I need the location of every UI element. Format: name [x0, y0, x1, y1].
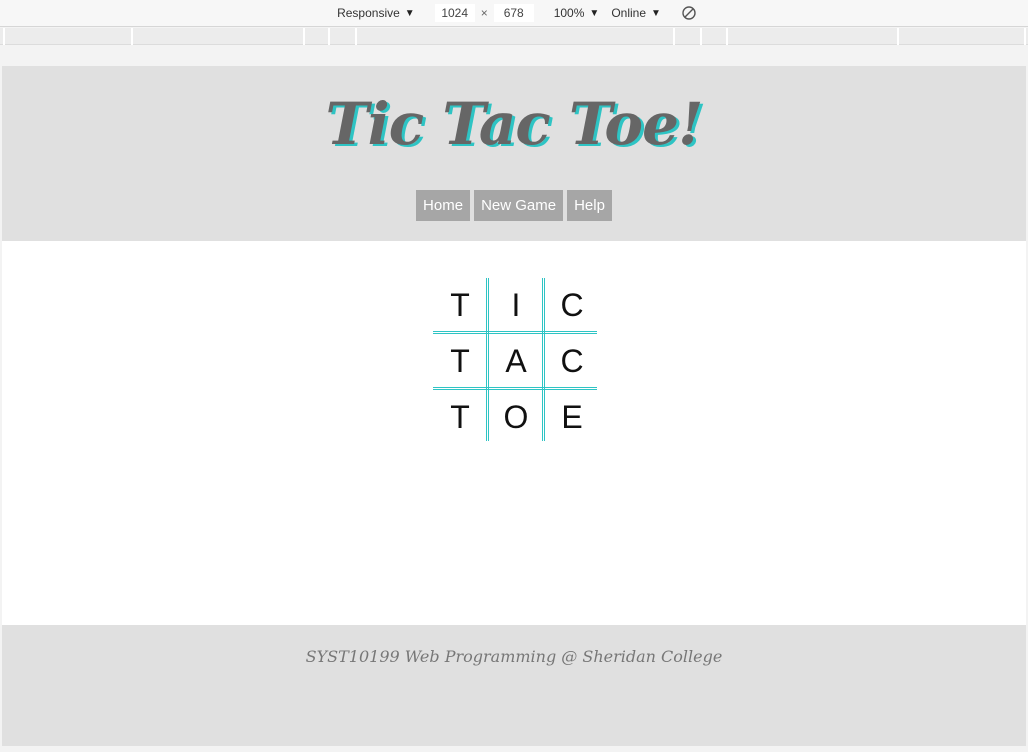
- board-cell[interactable]: C: [545, 278, 599, 332]
- network-throttle-select[interactable]: Online ▼: [611, 6, 661, 20]
- media-query-ruler[interactable]: [0, 28, 1028, 45]
- network-select-label: Online: [611, 6, 646, 20]
- zoom-select[interactable]: 100% ▼: [554, 6, 600, 20]
- board-grid-line: [542, 278, 545, 441]
- tic-tac-toe-board: T I C T A C T O E: [433, 278, 597, 441]
- nav-new-game-button[interactable]: New Game: [474, 190, 564, 221]
- site-header: Tic Tac Toe! Home New Game Help: [2, 66, 1026, 241]
- board-cell[interactable]: E: [545, 390, 599, 444]
- board-grid-line: [433, 387, 597, 390]
- width-input[interactable]: 1024: [434, 4, 475, 22]
- dimension-separator: ×: [480, 6, 488, 20]
- dimension-inputs: 1024 × 678: [434, 4, 534, 22]
- zoom-select-label: 100%: [553, 6, 585, 20]
- nav-home-button[interactable]: Home: [416, 190, 471, 221]
- ruler-tick: [897, 28, 899, 45]
- ruler-tick: [328, 28, 330, 45]
- rotate-disabled-icon[interactable]: [681, 5, 697, 21]
- height-input[interactable]: 678: [493, 4, 534, 22]
- device-select-label: Responsive: [337, 6, 400, 20]
- board-cell[interactable]: O: [489, 390, 543, 444]
- board-cell[interactable]: T: [433, 334, 487, 388]
- page-title: Tic Tac Toe!: [325, 90, 704, 158]
- ruler-tick: [355, 28, 357, 45]
- ruler-tick: [303, 28, 305, 45]
- board-cell[interactable]: C: [545, 334, 599, 388]
- board-grid-line: [486, 278, 489, 441]
- board-grid-line: [433, 331, 597, 334]
- chevron-down-icon: ▼: [404, 7, 415, 19]
- ruler-tick: [673, 28, 675, 45]
- board-cell[interactable]: T: [433, 390, 487, 444]
- board-cell[interactable]: I: [489, 278, 543, 332]
- ruler-tick: [1024, 28, 1026, 45]
- board-cell[interactable]: A: [489, 334, 543, 388]
- ruler-tick: [700, 28, 702, 45]
- device-select[interactable]: Responsive ▼: [337, 6, 415, 20]
- main-nav: Home New Game Help: [2, 190, 1026, 221]
- footer-text: SYST10199 Web Programming @ Sheridan Col…: [305, 647, 723, 666]
- nav-help-button[interactable]: Help: [567, 190, 612, 221]
- board-cell[interactable]: T: [433, 278, 487, 332]
- chevron-down-icon: ▼: [651, 7, 661, 19]
- ruler-tick: [131, 28, 133, 45]
- page-viewport: Tic Tac Toe! Home New Game Help T I C T …: [2, 66, 1026, 746]
- ruler-tick: [726, 28, 728, 45]
- site-footer: SYST10199 Web Programming @ Sheridan Col…: [2, 625, 1026, 746]
- chevron-down-icon: ▼: [589, 7, 600, 19]
- devtools-device-toolbar: Responsive ▼ 1024 × 678 100% ▼ Online ▼: [0, 0, 1028, 27]
- ruler-tick: [3, 28, 5, 45]
